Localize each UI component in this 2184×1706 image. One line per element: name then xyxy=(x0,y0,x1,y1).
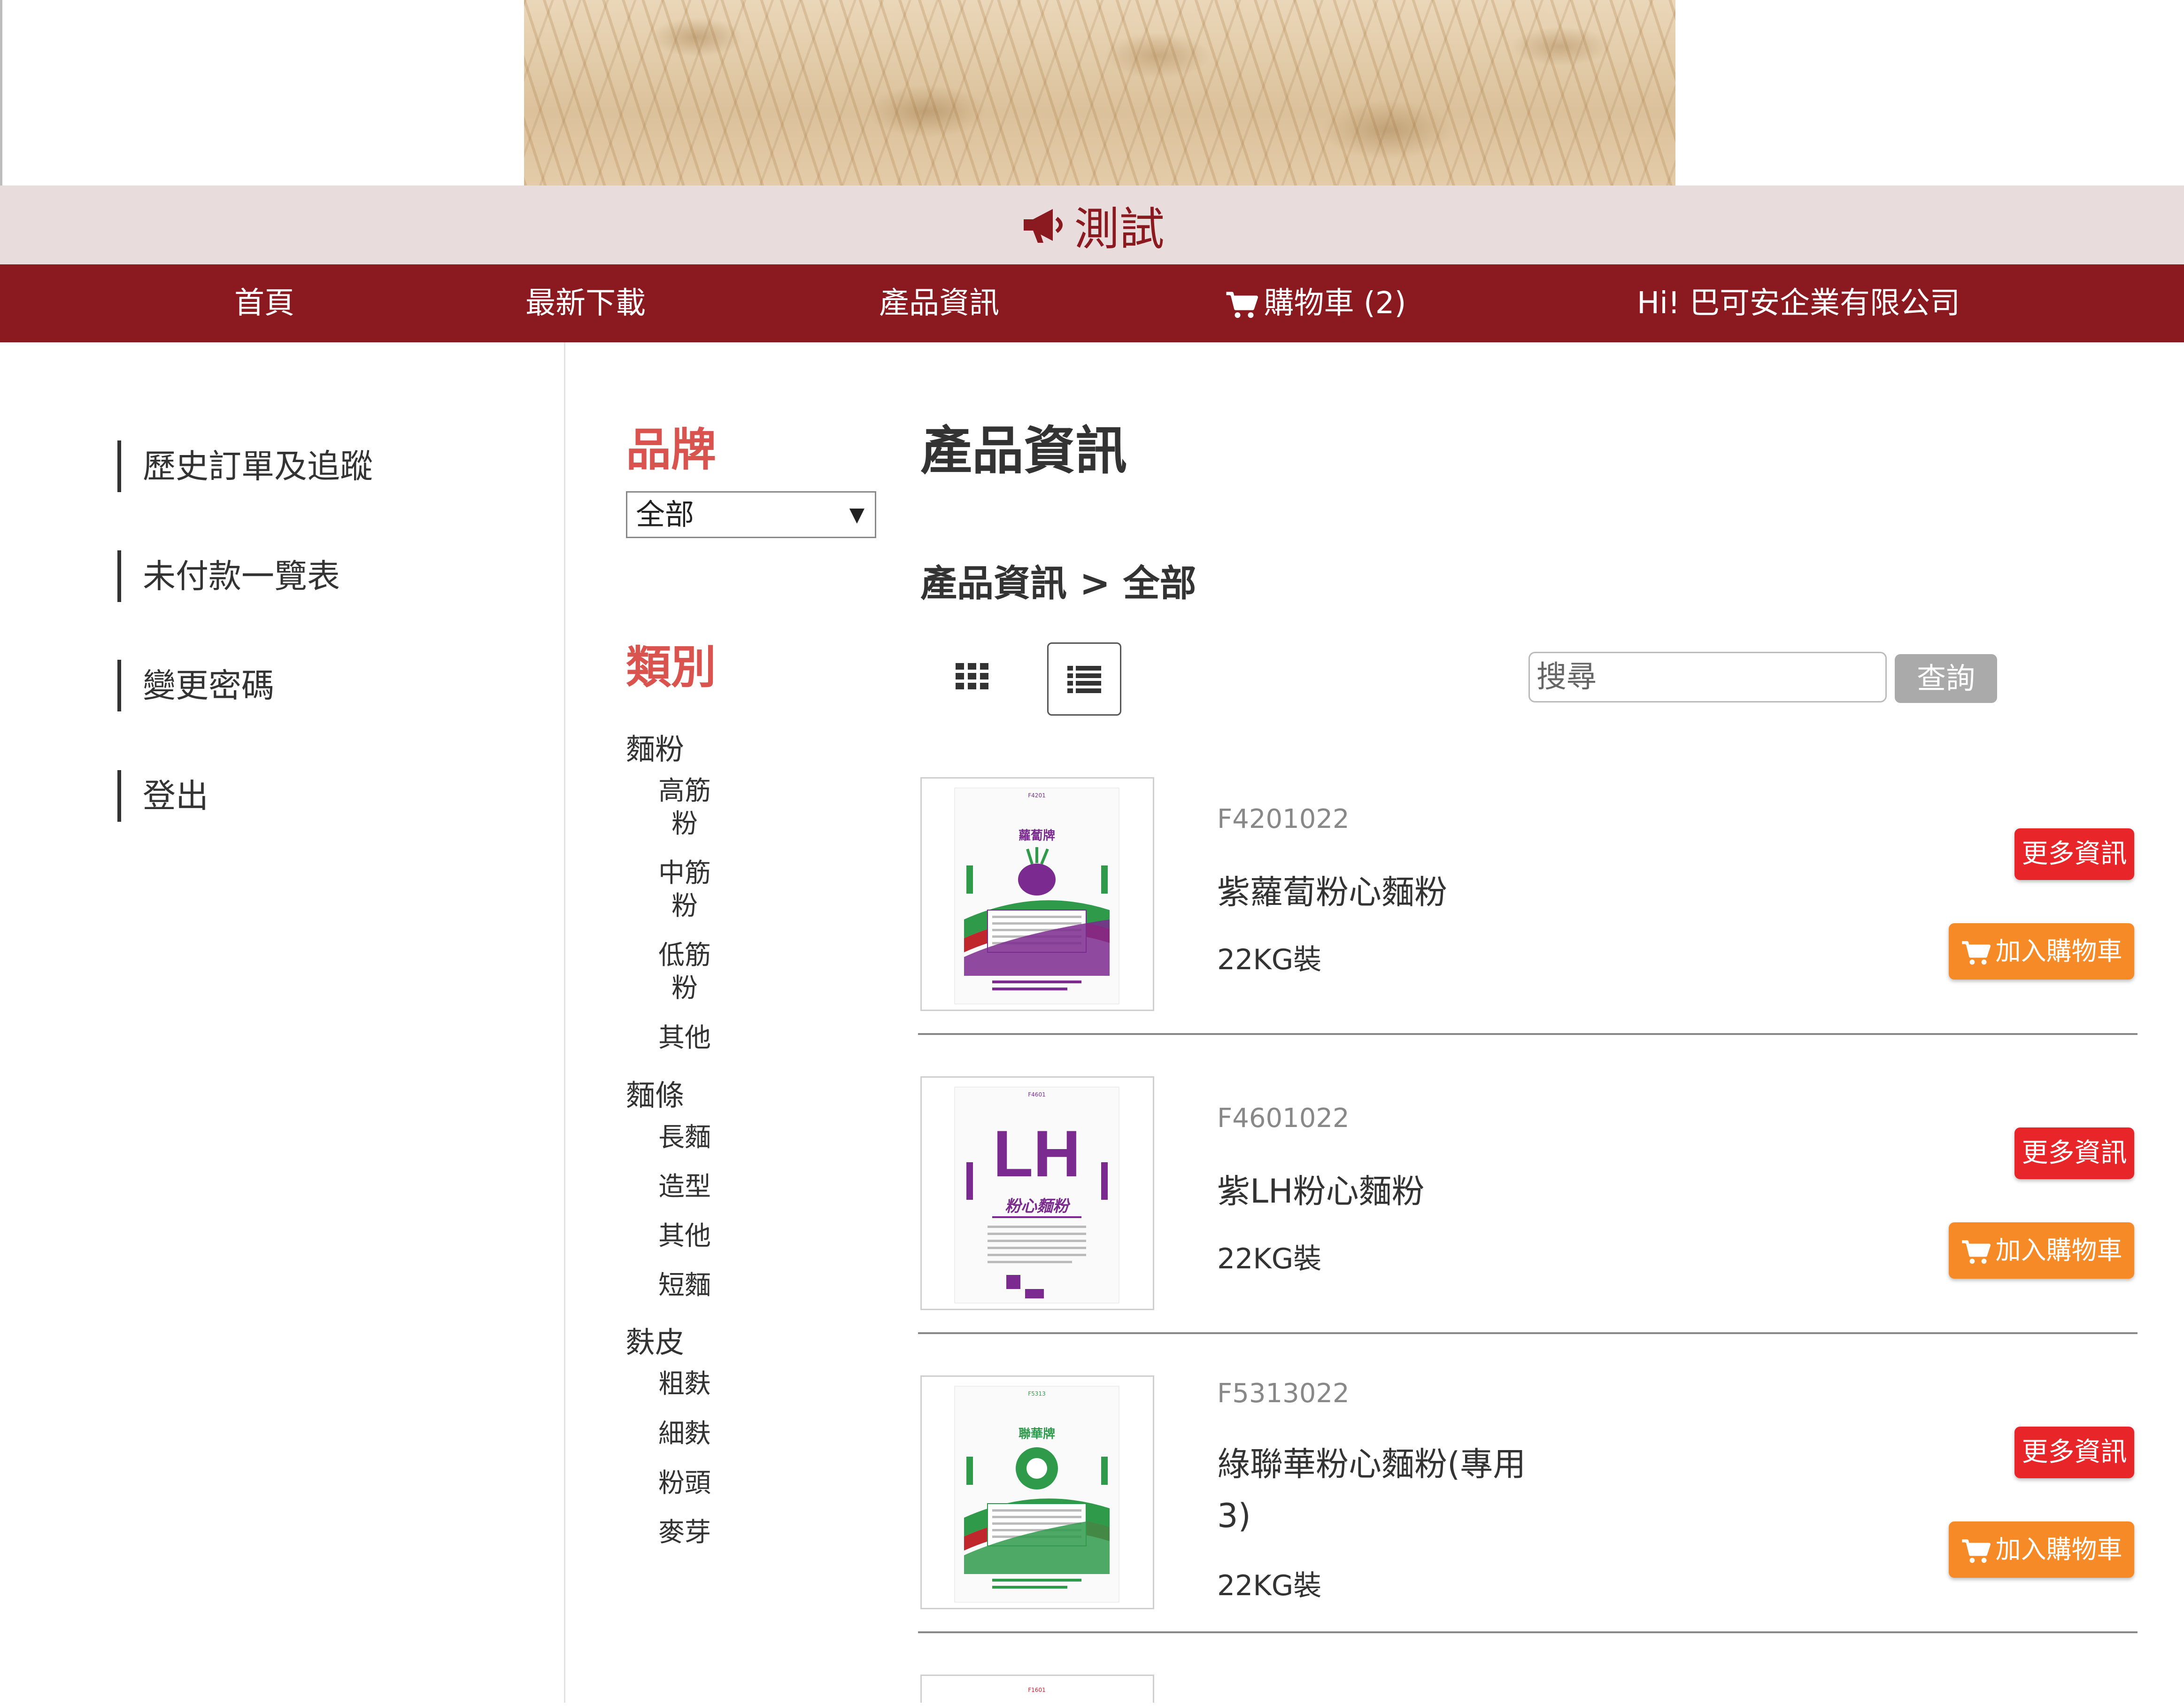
bag-label: 粉心麵粉 xyxy=(1005,1197,1071,1216)
nav-account-greeting[interactable]: Hi! 巴可安企業有限公司 xyxy=(1637,264,1960,342)
sidebar-item-label: 歷史訂單及追蹤 xyxy=(143,447,373,486)
nav-products[interactable]: 產品資訊 xyxy=(879,264,999,342)
category-item[interactable]: 細麩 xyxy=(656,1418,713,1451)
bag-code: F4601 xyxy=(1028,1091,1045,1098)
bag-code: F1601 xyxy=(1028,1687,1045,1693)
category-item[interactable]: 粗麩 xyxy=(656,1368,713,1401)
row-divider xyxy=(918,1332,2138,1334)
flour-bag-illustration: F5313 聯華牌 xyxy=(954,1386,1119,1603)
category-item[interactable]: 中筋粉 xyxy=(656,857,713,923)
flour-bag-illustration: F4601 LH 粉心麵粉 xyxy=(954,1087,1119,1304)
more-info-button[interactable]: 更多資訊 xyxy=(2014,828,2134,880)
add-to-cart-button[interactable]: 加入購物車 xyxy=(1949,1521,2134,1578)
more-info-button[interactable]: 更多資訊 xyxy=(2014,1127,2134,1179)
bag-code: F5313 xyxy=(1028,1390,1045,1397)
page-title: 產品資訊 xyxy=(920,421,1127,481)
add-to-cart-label: 加入購物車 xyxy=(1995,1535,2122,1564)
bag-label: 聯華牌 xyxy=(1019,1427,1055,1441)
announcement: 測試 xyxy=(1020,193,1165,258)
wheat-banner-image xyxy=(524,0,1675,185)
list-view-button[interactable] xyxy=(1047,642,1121,716)
sidebar-item-logout[interactable]: 登出 xyxy=(117,770,208,822)
add-to-cart-label: 加入購物車 xyxy=(1995,936,2122,966)
product-code: F4601022 xyxy=(1217,1103,1350,1134)
flour-bag-illustration: F1601 xyxy=(1028,1687,1045,1693)
category-item[interactable]: 麥芽 xyxy=(656,1516,713,1549)
nav-home-label: 首頁 xyxy=(234,286,294,321)
product-image[interactable]: F4201 蘿蔔牌 xyxy=(920,777,1154,1011)
add-to-cart-button[interactable]: 加入購物車 xyxy=(1949,923,2134,980)
more-info-button[interactable]: 更多資訊 xyxy=(2014,1427,2134,1478)
shopping-cart-icon xyxy=(1226,292,1258,318)
megaphone-icon xyxy=(1023,209,1063,243)
bag-code: F4201 xyxy=(1028,792,1045,799)
add-to-cart-button[interactable]: 加入購物車 xyxy=(1949,1222,2134,1279)
list-view-icon xyxy=(1067,666,1101,693)
product-code: F4201022 xyxy=(1217,804,1350,834)
sidebar-divider xyxy=(564,342,565,1703)
brand-select-value: 全部 xyxy=(636,497,695,532)
bag-label: 蘿蔔牌 xyxy=(1019,828,1055,843)
category-item[interactable]: 其他 xyxy=(656,1220,713,1253)
shopping-cart-icon xyxy=(1961,1240,1991,1264)
nav-cart-label: 購物車 (2) xyxy=(1264,286,1406,321)
brand-select[interactable]: 全部 ▼ xyxy=(626,491,876,538)
category-item[interactable]: 長麵 xyxy=(656,1121,713,1154)
category-item[interactable]: 粉頭 xyxy=(656,1467,713,1500)
product-image[interactable]: F5313 聯華牌 xyxy=(920,1375,1154,1609)
add-to-cart-label: 加入購物車 xyxy=(1995,1235,2122,1265)
product-spec: 22KG裝 xyxy=(1217,943,1322,976)
dropdown-arrow-icon: ▼ xyxy=(849,503,864,526)
product-name[interactable]: 綠聯華粉心麵粉(專用3) xyxy=(1217,1438,1546,1542)
left-edge-line xyxy=(0,0,2,185)
sidebar-item-label: 變更密碼 xyxy=(143,666,274,705)
category-group-flour[interactable]: 麵粉 xyxy=(626,726,684,768)
sidebar-item-unpaid-list[interactable]: 未付款一覽表 xyxy=(117,550,340,602)
product-image[interactable]: F1601 xyxy=(920,1675,1154,1703)
grid-view-icon xyxy=(956,663,988,689)
search-input[interactable] xyxy=(1528,652,1887,702)
product-spec: 22KG裝 xyxy=(1217,1243,1322,1275)
product-name[interactable]: 紫蘿蔔粉心麵粉 xyxy=(1217,866,1546,918)
announcement-bar: 測試 xyxy=(0,185,2184,264)
category-item[interactable]: 造型 xyxy=(656,1171,713,1204)
announcement-text: 測試 xyxy=(1074,202,1165,255)
search-button[interactable]: 查詢 xyxy=(1895,654,1997,703)
shopping-cart-icon xyxy=(1961,941,1991,965)
product-name[interactable]: 紫LH粉心麵粉 xyxy=(1217,1166,1546,1217)
category-item[interactable]: 其他 xyxy=(656,1022,713,1055)
row-divider xyxy=(918,1033,2138,1035)
sidebar-item-change-password[interactable]: 變更密碼 xyxy=(117,660,274,711)
category-item[interactable]: 高筋粉 xyxy=(656,775,713,841)
nav-downloads[interactable]: 最新下載 xyxy=(525,264,646,342)
main-nav: 首頁 最新下載 產品資訊 購物車 (2) Hi! 巴可安企業有限公司 xyxy=(0,264,2184,342)
sidebar-item-order-history[interactable]: 歷史訂單及追蹤 xyxy=(117,440,373,492)
brand-filter-title: 品牌 xyxy=(626,424,716,476)
grid-view-button[interactable] xyxy=(944,648,1000,704)
flour-bag-illustration: F4201 蘿蔔牌 xyxy=(954,787,1119,1004)
nav-cart[interactable]: 購物車 (2) xyxy=(1226,264,1406,342)
product-code: F5313022 xyxy=(1217,1378,1350,1409)
category-filter-title: 類別 xyxy=(626,641,716,694)
shopping-cart-icon xyxy=(1961,1539,1991,1563)
category-group-noodles[interactable]: 麵條 xyxy=(626,1072,684,1114)
svg-text:LH: LH xyxy=(993,1117,1081,1190)
category-item[interactable]: 低筋粉 xyxy=(656,939,713,1005)
nav-downloads-label: 最新下載 xyxy=(525,286,646,321)
row-divider xyxy=(918,1631,2138,1633)
category-group-bran[interactable]: 麩皮 xyxy=(626,1319,684,1361)
breadcrumb: 產品資訊 > 全部 xyxy=(920,563,1196,605)
product-image[interactable]: F4601 LH 粉心麵粉 xyxy=(920,1076,1154,1310)
nav-greeting-label: Hi! 巴可安企業有限公司 xyxy=(1637,286,1960,321)
category-item[interactable]: 短麵 xyxy=(656,1269,713,1302)
sidebar-item-label: 未付款一覽表 xyxy=(143,557,340,595)
product-spec: 22KG裝 xyxy=(1217,1569,1322,1602)
nav-home[interactable]: 首頁 xyxy=(234,264,294,342)
nav-products-label: 產品資訊 xyxy=(879,286,999,321)
sidebar-item-label: 登出 xyxy=(143,777,208,815)
